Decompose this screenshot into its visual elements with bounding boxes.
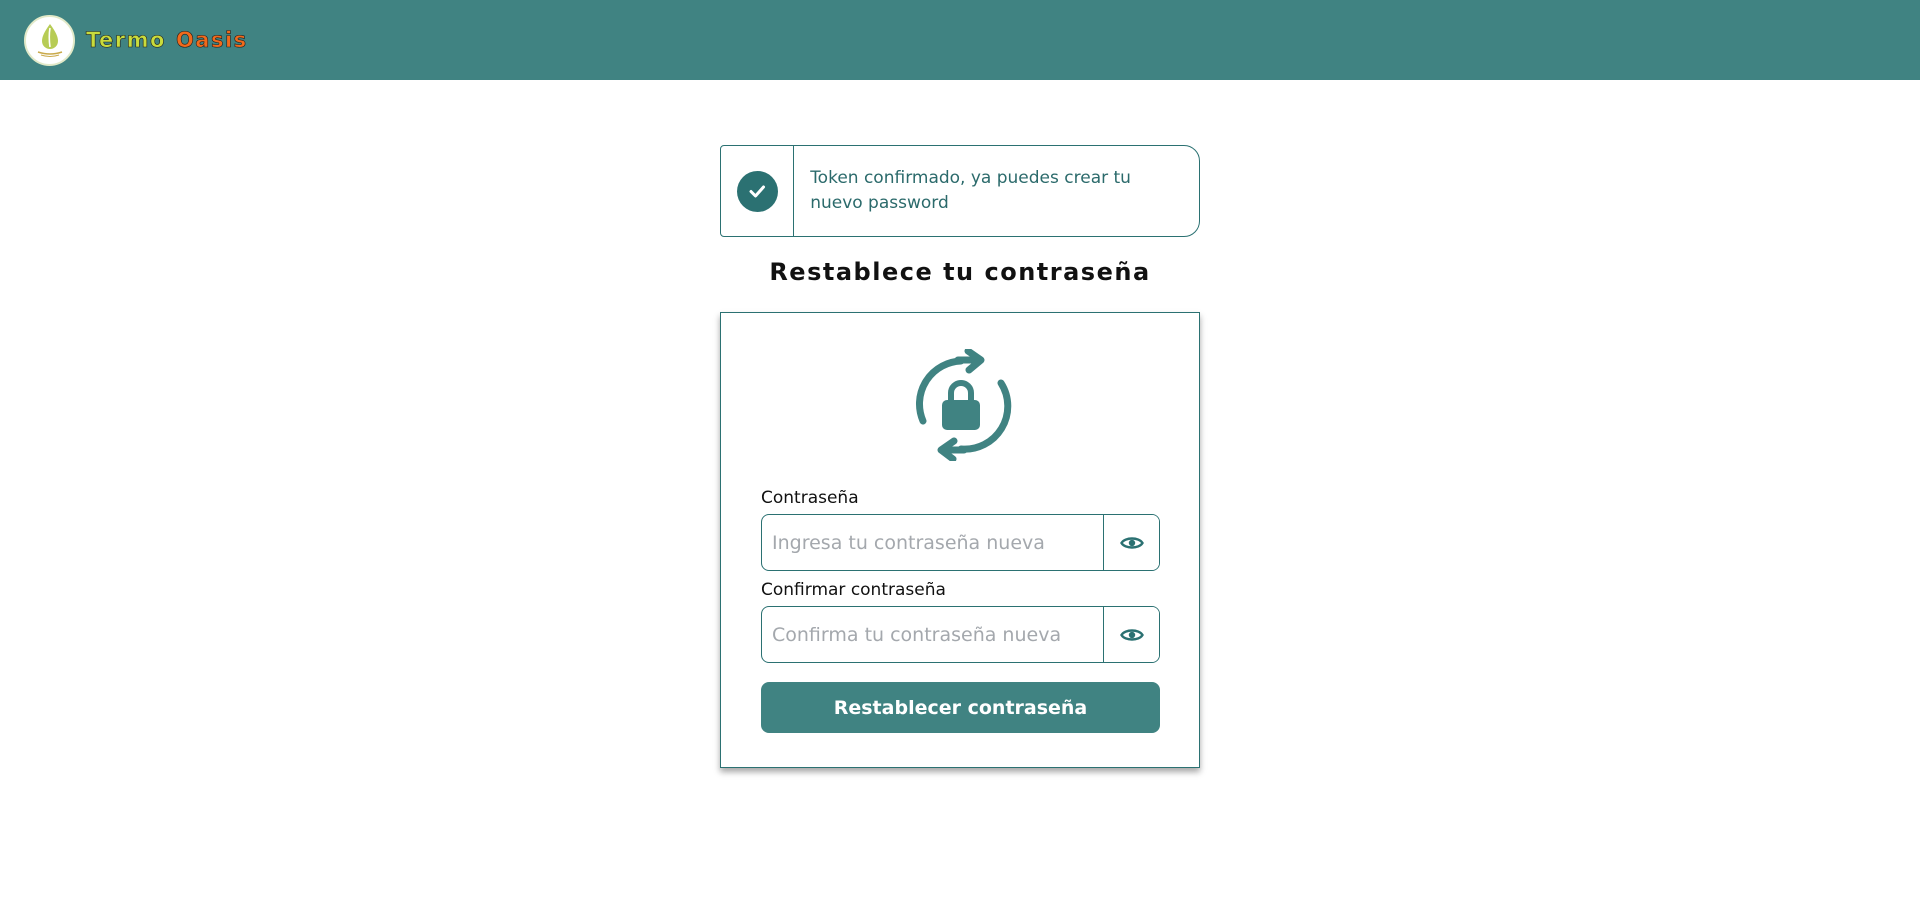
confirm-password-input[interactable] [762,607,1103,662]
success-alert: Token confirmado, ya puedes crear tu nue… [720,145,1200,237]
brand-name-part2: Oasis [175,28,248,53]
confirm-password-input-group [761,606,1160,663]
confirm-password-label: Confirmar contraseña [761,580,946,600]
toggle-password-visibility-button[interactable] [1103,515,1159,570]
reset-password-submit-button[interactable]: Restablecer contraseña [761,682,1160,733]
eye-icon [1119,536,1144,549]
toggle-confirm-password-visibility-button[interactable] [1103,607,1159,662]
alert-icon-cell [721,146,795,236]
brand-name-part1: Termo [86,28,166,53]
password-input[interactable] [762,515,1103,570]
brand-name[interactable]: Termo Oasis [86,28,248,53]
check-circle-icon [736,170,778,212]
leaf-drop-logo-icon [37,24,62,57]
alert-message: Token confirmado, ya puedes crear tu nue… [810,168,1131,213]
reset-password-form: Contraseña Confirmar contraseña Restable… [720,312,1200,768]
lock-refresh-icon [916,349,1012,461]
eye-icon [1119,628,1144,641]
brand-logo[interactable] [24,14,75,66]
top-navbar: Termo Oasis [0,0,1920,80]
password-input-group [761,514,1160,571]
password-label: Contraseña [761,488,859,508]
page-title: Restablece tu contraseña [769,258,1151,286]
